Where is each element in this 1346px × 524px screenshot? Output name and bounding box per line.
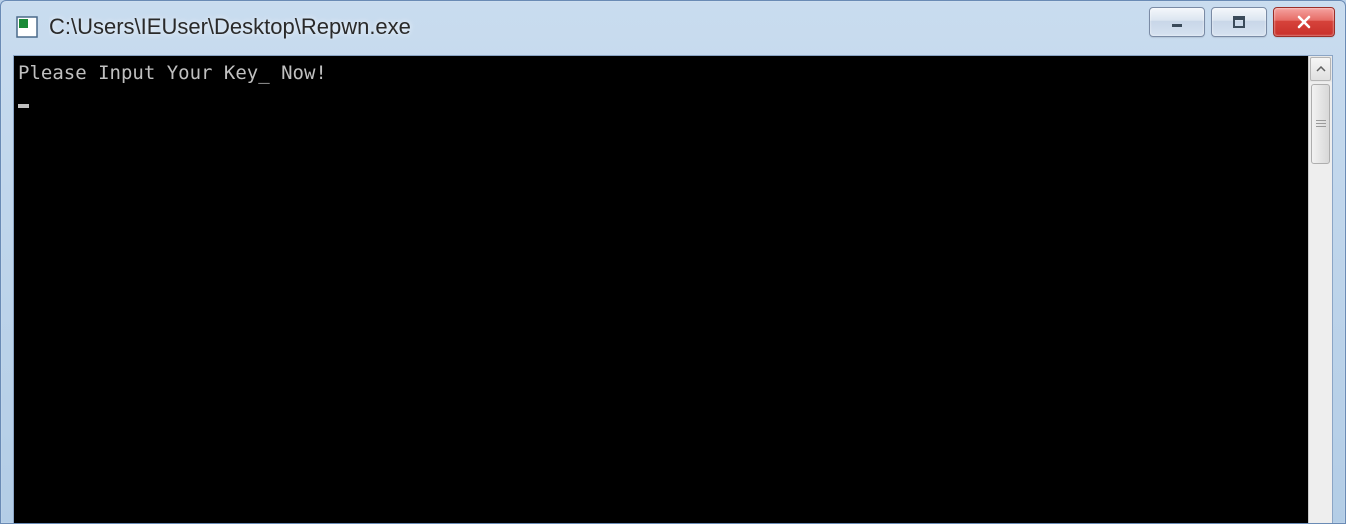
text-cursor <box>18 104 29 108</box>
maximize-icon <box>1231 14 1247 30</box>
minimize-icon <box>1169 14 1185 30</box>
scroll-thumb[interactable] <box>1311 84 1330 164</box>
scroll-track[interactable] <box>1309 82 1332 523</box>
console-line: Please Input Your Key_ Now! <box>18 60 1304 86</box>
client-area: Please Input Your Key_ Now! <box>13 55 1333 523</box>
scroll-up-button[interactable] <box>1310 57 1331 81</box>
window-controls <box>1149 7 1335 37</box>
close-icon <box>1295 15 1313 29</box>
vertical-scrollbar[interactable] <box>1308 56 1332 523</box>
app-icon <box>15 15 39 39</box>
close-button[interactable] <box>1273 7 1335 37</box>
chevron-up-icon <box>1316 66 1326 72</box>
console-output[interactable]: Please Input Your Key_ Now! <box>14 56 1308 523</box>
titlebar[interactable]: C:\Users\IEUser\Desktop\Repwn.exe <box>1 1 1345 53</box>
window-title: C:\Users\IEUser\Desktop\Repwn.exe <box>49 14 1337 40</box>
minimize-button[interactable] <box>1149 7 1205 37</box>
maximize-button[interactable] <box>1211 7 1267 37</box>
console-window: C:\Users\IEUser\Desktop\Repwn.exe Pleas <box>0 0 1346 524</box>
